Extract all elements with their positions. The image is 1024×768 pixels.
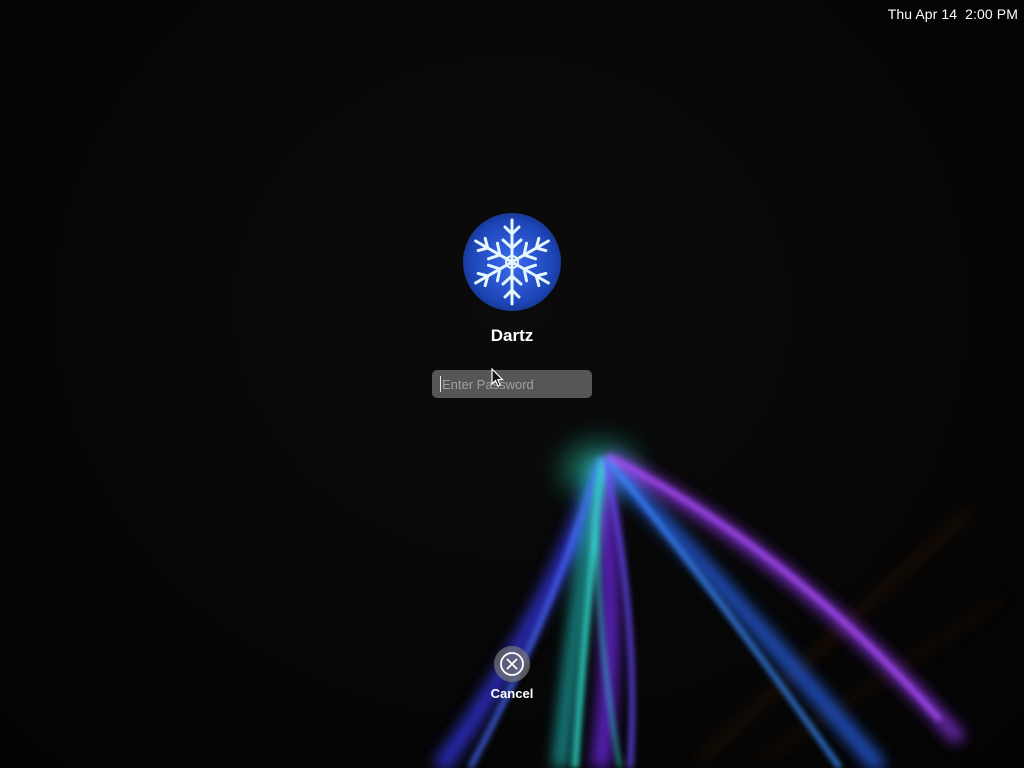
snowflake-icon bbox=[463, 213, 561, 311]
text-caret bbox=[440, 376, 441, 392]
menubar-clock: Thu Apr 14 2:00 PM bbox=[887, 6, 1018, 22]
user-avatar[interactable] bbox=[463, 213, 561, 311]
user-name: Dartz bbox=[490, 326, 534, 345]
password-input[interactable] bbox=[442, 376, 582, 392]
lock-screen: Thu Apr 14 2:00 PM Dartz Cancel bbox=[0, 0, 1024, 768]
password-field[interactable] bbox=[432, 370, 592, 398]
mouse-pointer-icon bbox=[491, 368, 504, 387]
cancel-button[interactable] bbox=[494, 646, 530, 682]
cancel-action[interactable]: Cancel bbox=[472, 646, 552, 701]
x-circle-icon bbox=[500, 652, 524, 676]
cancel-label: Cancel bbox=[490, 686, 534, 701]
